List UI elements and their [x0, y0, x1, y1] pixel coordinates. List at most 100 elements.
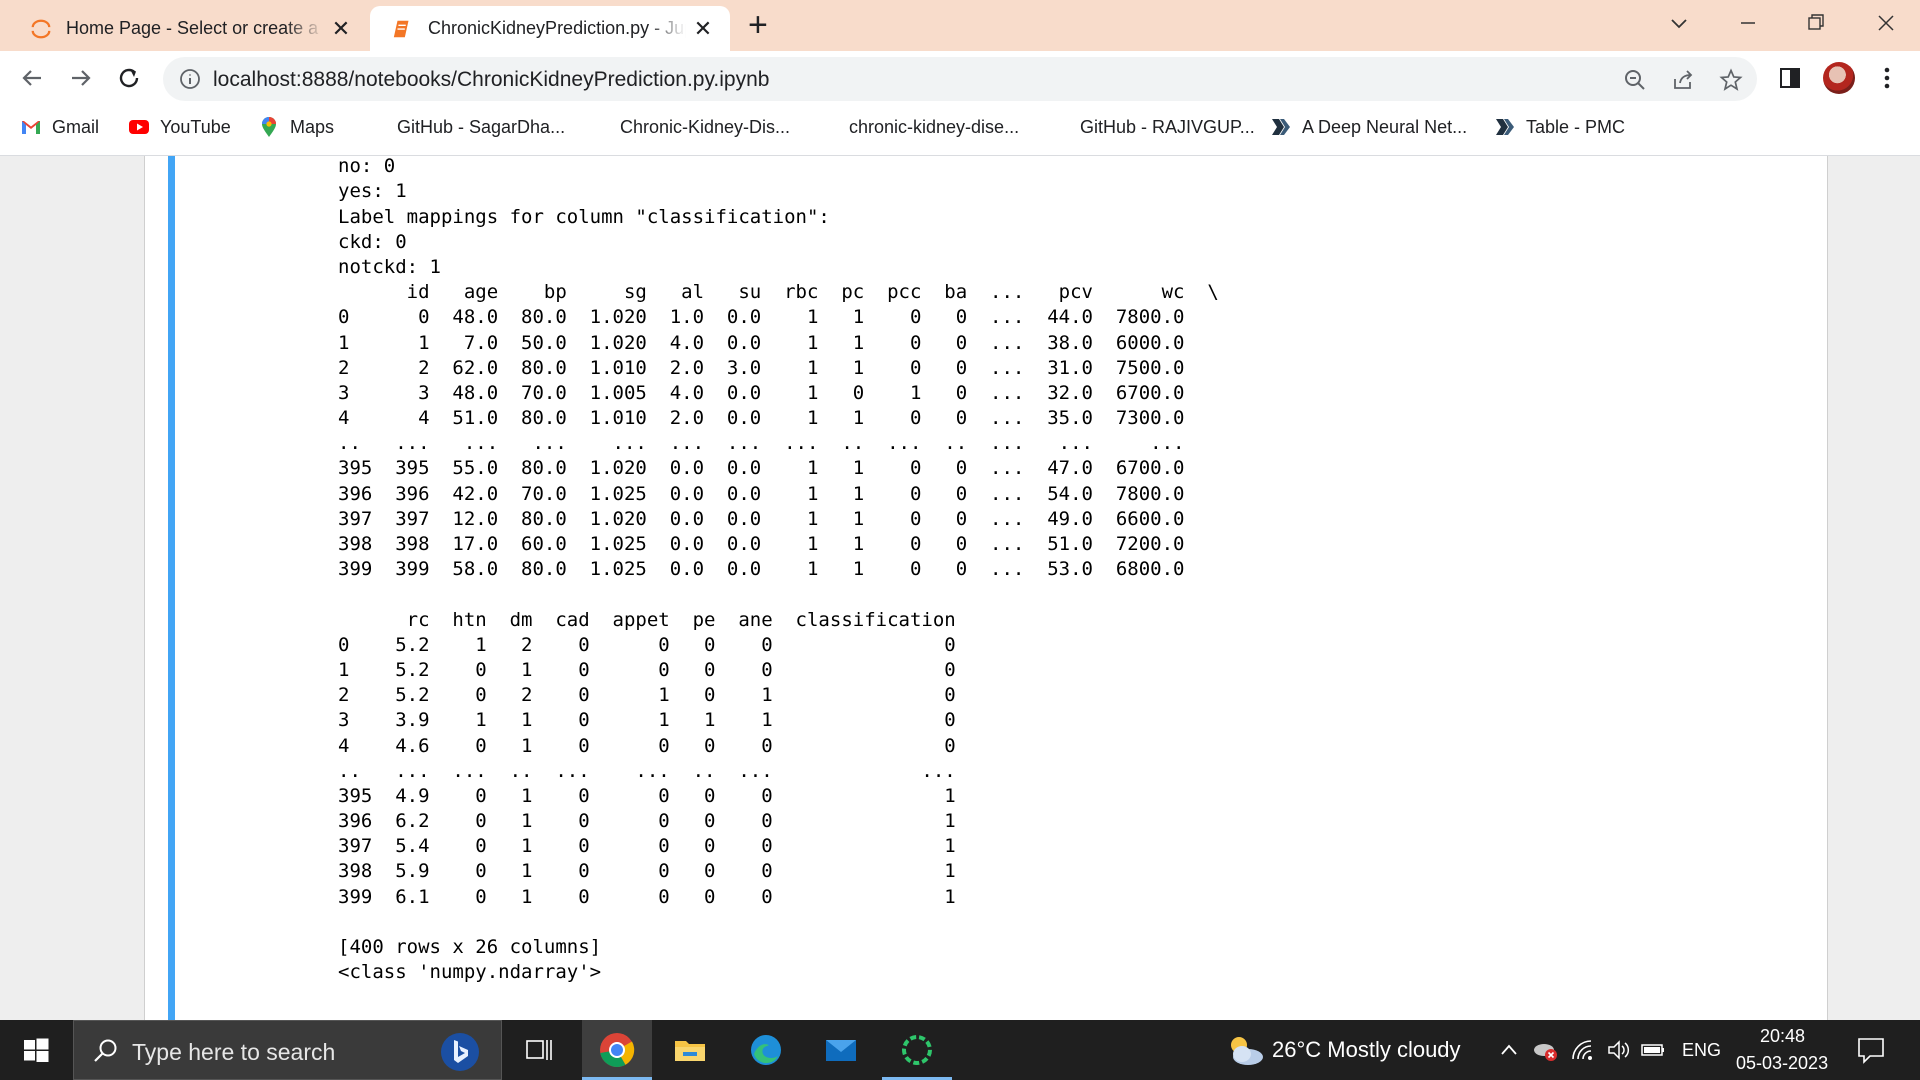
- output-line: notckd: 1: [338, 255, 441, 278]
- bookmark-youtube[interactable]: YouTube: [128, 111, 231, 143]
- browser-toolbar: localhost:8888/notebooks/ChronicKidneyPr…: [0, 51, 1920, 156]
- jupyter-icon: [31, 19, 51, 38]
- bookmark-label: A Deep Neural Net...: [1302, 116, 1468, 137]
- tab-title: ChronicKidneyPrediction.py - Jupyter Not…: [428, 18, 686, 38]
- output-line: 2 5.2 0 2 0 1 0 1 0: [338, 684, 956, 707]
- language-indicator[interactable]: ENG: [1682, 1040, 1721, 1061]
- output-line: rc htn dm cad appet pe ane classificatio…: [338, 608, 956, 631]
- github-icon: [1050, 118, 1068, 136]
- browser-titlebar: Home Page - Select or create a notebook …: [0, 0, 1920, 51]
- output-line: 395 395 55.0 80.0 1.020 0.0 0.0 1 1 0 0 …: [338, 457, 1185, 480]
- output-line: 2 2 62.0 80.0 1.010 2.0 3.0 1 1 0 0 ... …: [338, 356, 1185, 379]
- taskbar-jupyter-running[interactable]: [882, 1020, 952, 1080]
- bookmark-label: GitHub - RAJIVGUP...: [1080, 116, 1255, 137]
- output-line: 396 396 42.0 70.0 1.025 0.0 0.0 1 1 0 0 …: [338, 482, 1185, 505]
- output-line: Label mappings for column "classificatio…: [338, 205, 830, 228]
- output-line: 398 5.9 0 1 0 0 0 0 1: [338, 860, 956, 883]
- output-line: [400 rows x 26 columns]: [338, 936, 602, 958]
- close-tab-icon[interactable]: ✕: [686, 16, 720, 42]
- mail-icon[interactable]: [823, 1032, 859, 1068]
- show-hidden-icons-chevron[interactable]: [1498, 1040, 1520, 1060]
- output-line: 4 4 51.0 80.0 1.010 2.0 0.0 1 1 0 0 ... …: [338, 407, 1185, 430]
- back-arrow-icon[interactable]: [17, 63, 47, 93]
- bookmark-gmail[interactable]: Gmail: [20, 111, 99, 143]
- bookmark-label: GitHub - SagarDha...: [397, 116, 566, 137]
- reload-icon[interactable]: [114, 63, 144, 93]
- output-line: 3 3 48.0 70.0 1.005 4.0 0.0 1 0 1 0 ... …: [338, 381, 1185, 404]
- github-icon: [367, 118, 385, 136]
- windows-start-icon[interactable]: [18, 1032, 54, 1068]
- bookmark-label: Table - PMC: [1526, 116, 1626, 137]
- menu-kebab-icon[interactable]: [1872, 63, 1902, 93]
- output-line: 0 0 48.0 80.0 1.020 1.0 0.0 1 1 0 0 ... …: [338, 306, 1185, 329]
- side-panel-icon[interactable]: [1775, 63, 1805, 93]
- site-info-icon[interactable]: [179, 68, 201, 90]
- bookmark-label: chronic-kidney-dise...: [849, 116, 1020, 137]
- weather-text[interactable]: 26°C Mostly cloudy: [1272, 1037, 1461, 1063]
- output-line: 0 5.2 1 2 0 0 0 0 0: [338, 633, 956, 656]
- bookmark-label: Gmail: [52, 116, 100, 137]
- bookmarks-bar: Gmail YouTube Maps GitHub - SagarDha...: [0, 111, 1920, 143]
- address-bar[interactable]: localhost:8888/notebooks/ChronicKidneyPr…: [163, 57, 1757, 101]
- search-icon: [94, 1039, 117, 1062]
- notifications-icon[interactable]: [1856, 1036, 1886, 1064]
- volume-icon[interactable]: [1606, 1038, 1632, 1062]
- edge-icon[interactable]: [748, 1032, 784, 1068]
- output-line: 1 5.2 0 1 0 0 0 0 0: [338, 658, 956, 681]
- profile-avatar[interactable]: [1823, 62, 1855, 94]
- output-line: 397 397 12.0 80.0 1.020 0.0 0.0 1 1 0 0 …: [338, 507, 1185, 530]
- url-text[interactable]: localhost:8888/notebooks/ChronicKidneyPr…: [213, 68, 769, 92]
- bookmark-github-sagardha[interactable]: GitHub - SagarDha...: [365, 111, 565, 143]
- bookmark-chronic-kidney-dis[interactable]: Chronic-Kidney-Dis...: [588, 111, 790, 143]
- battery-icon[interactable]: [1640, 1040, 1666, 1060]
- share-icon[interactable]: [1671, 68, 1695, 92]
- new-tab-plus-icon[interactable]: +: [748, 8, 768, 42]
- restore-icon[interactable]: [1801, 8, 1831, 38]
- wifi-icon[interactable]: [1570, 1038, 1596, 1062]
- tab-search-chevron-icon[interactable]: [1664, 8, 1694, 38]
- youtube-icon: [129, 120, 149, 134]
- task-view-icon[interactable]: [521, 1032, 557, 1068]
- bookmark-label: Chronic-Kidney-Dis...: [620, 116, 791, 137]
- tab-chronic-kidney-prediction[interactable]: ChronicKidneyPrediction.py - Jupyter Not…: [370, 6, 730, 51]
- bookmark-star-icon[interactable]: [1719, 68, 1743, 92]
- maps-icon: [262, 117, 276, 137]
- output-line: 1 1 7.0 50.0 1.020 4.0 0.0 1 1 0 0 ... 3…: [338, 331, 1185, 354]
- pmc-icon: [1496, 119, 1514, 135]
- gmail-icon: [22, 121, 40, 134]
- taskbar-search[interactable]: Type here to search: [73, 1020, 502, 1080]
- bookmark-table-pmc[interactable]: Table - PMC: [1494, 111, 1625, 143]
- file-explorer-icon[interactable]: [672, 1032, 708, 1068]
- minimize-icon[interactable]: [1733, 8, 1763, 38]
- notebook-icon: [393, 20, 409, 37]
- bookmark-deep-neural-net[interactable]: A Deep Neural Net...: [1270, 111, 1467, 143]
- weather-cloudy-icon[interactable]: [1224, 1032, 1266, 1068]
- windows-taskbar: Type here to search 26°C Mostly cloudy E…: [0, 1020, 1920, 1080]
- tab-home-page[interactable]: Home Page - Select or create a notebook …: [0, 6, 368, 51]
- close-window-icon[interactable]: [1871, 8, 1901, 38]
- bookmark-label: Maps: [290, 116, 335, 137]
- bookmark-maps[interactable]: Maps: [258, 111, 334, 143]
- bing-icon[interactable]: [439, 1031, 481, 1073]
- tab-title: Home Page - Select or create a notebook: [66, 18, 324, 38]
- close-tab-icon[interactable]: ✕: [324, 16, 358, 42]
- output-line: id age bp sg al su rbc pc pcc ba ... pcv…: [338, 281, 1219, 304]
- forward-arrow-icon[interactable]: [66, 63, 96, 93]
- taskbar-chrome-active[interactable]: [582, 1020, 652, 1080]
- bookmark-label: YouTube: [160, 116, 231, 137]
- output-line: ckd: 0: [338, 230, 407, 253]
- output-line: 399 6.1 0 1 0 0 0 0 1: [338, 885, 956, 908]
- output-line: 3 3.9 1 1 0 1 1 1 0: [338, 709, 956, 732]
- notebook-viewport[interactable]: Label mappings for column "ane":no: 0yes…: [0, 156, 1920, 1020]
- output-line: 395 4.9 0 1 0 0 0 0 1: [338, 784, 956, 807]
- search-placeholder: Type here to search: [132, 1039, 336, 1065]
- output-line: no: 0: [338, 156, 396, 178]
- github-icon: [590, 118, 608, 136]
- onedrive-error-icon[interactable]: [1532, 1037, 1558, 1063]
- clock-time[interactable]: 20:48: [1760, 1026, 1805, 1047]
- zoom-icon[interactable]: [1623, 68, 1647, 92]
- bookmark-github-rajivgup[interactable]: GitHub - RAJIVGUP...: [1048, 111, 1255, 143]
- bookmark-chronic-kidney-dise[interactable]: chronic-kidney-dise...: [817, 111, 1019, 143]
- clock-date[interactable]: 05-03-2023: [1736, 1053, 1828, 1074]
